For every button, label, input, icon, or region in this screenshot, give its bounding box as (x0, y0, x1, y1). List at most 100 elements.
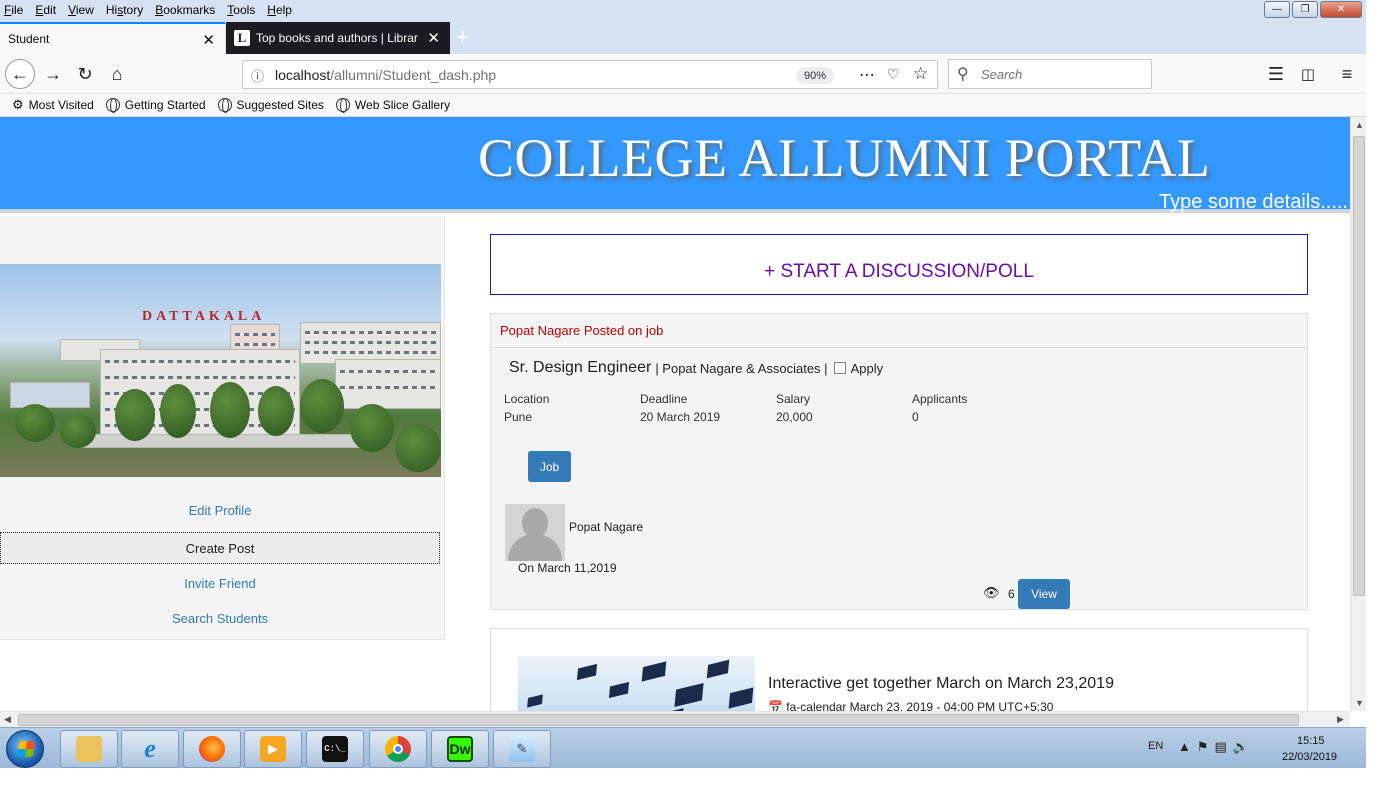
media-player-taskbar-button[interactable]: ▶ (244, 730, 302, 768)
campus-photo: DATTAKALA (0, 264, 441, 477)
explorer-taskbar-button[interactable] (60, 730, 118, 768)
tray-expand-icon[interactable]: ▲ (1178, 739, 1197, 754)
apply-label: Apply (850, 360, 884, 376)
globe-icon (217, 98, 232, 113)
bookmark-label: Getting Started (124, 98, 206, 112)
meta-label: Location (504, 392, 550, 406)
meta-label: Salary (776, 392, 811, 406)
apply-checkbox[interactable] (833, 362, 846, 374)
pocket-icon[interactable]: ♡ (887, 66, 900, 83)
dreamweaver-taskbar-button[interactable]: Dw (431, 730, 489, 768)
meta-salary: Salary 20,000 (776, 390, 813, 426)
event-post-card: Interactive get together March on March … (490, 628, 1308, 711)
calendar-icon: 📅 (768, 700, 783, 711)
close-tab-icon[interactable]: ✕ (427, 29, 440, 47)
notepad-taskbar-button[interactable]: ✎ (493, 730, 551, 768)
language-indicator[interactable]: EN (1148, 740, 1163, 752)
scroll-left-icon[interactable]: ◀ (4, 714, 11, 725)
taskbar: e ▶ C:\_ Dw ✎ EN ▲⚑▤🔊 15:15 22/03/2019 (0, 727, 1366, 768)
search-students-link[interactable]: Search Students (0, 602, 440, 634)
bookmark-label: Most Visited (28, 98, 94, 112)
firefox-icon (199, 736, 225, 762)
clock-date[interactable]: 22/03/2019 (1282, 751, 1337, 763)
scroll-right-icon[interactable]: ▶ (1337, 714, 1344, 725)
bookmark-star-icon[interactable]: ☆ (913, 64, 928, 84)
clock-time[interactable]: 15:15 (1297, 735, 1325, 747)
menu-help[interactable]: Help (267, 3, 292, 17)
post-header: Popat Nagare Posted on job (491, 314, 1307, 348)
close-window-button[interactable]: ✕ (1320, 1, 1362, 18)
view-count: 6 (1008, 587, 1015, 601)
edit-profile-link[interactable]: Edit Profile (0, 494, 440, 526)
job-tag-button[interactable]: Job (528, 451, 571, 482)
vertical-scroll-thumb[interactable] (1353, 136, 1365, 596)
bookmark-web-slice-gallery[interactable]: Web Slice Gallery (335, 98, 450, 113)
site-banner: COLLEGE ALLUMNI PORTAL Type some details… (0, 117, 1350, 213)
minimize-button[interactable]: — (1264, 1, 1290, 18)
meta-value: Pune (504, 410, 533, 424)
horizontal-scrollbar[interactable]: ◀ ▶ (0, 711, 1350, 727)
media-player-icon: ▶ (260, 736, 286, 762)
meta-value: 0 (912, 410, 919, 424)
meta-label: Deadline (640, 392, 688, 406)
job-title-line: Sr. Design Engineer | Popat Nagare & Ass… (509, 359, 883, 377)
cmd-taskbar-button[interactable]: C:\_ (306, 730, 364, 768)
menu-bar: File Edit View History Bookmarks Tools H… (0, 0, 1366, 20)
url-text: localhost/allumni/Student_dash.php (275, 67, 496, 83)
menu-tools[interactable]: Tools (227, 3, 255, 17)
firefox-taskbar-button[interactable] (183, 730, 241, 768)
menu-view[interactable]: View (68, 3, 94, 17)
volume-icon[interactable]: 🔊 (1233, 739, 1255, 754)
info-icon[interactable]: ⓘ (251, 66, 264, 85)
back-arrow-icon[interactable]: ← (5, 59, 35, 89)
bookmark-most-visited[interactable]: ⚙ Most Visited (12, 97, 94, 113)
create-post-link[interactable]: Create Post (0, 532, 440, 564)
zoom-level[interactable]: 90% (796, 67, 834, 84)
meta-value: 20,000 (776, 410, 813, 424)
vertical-scrollbar[interactable]: ▲ ▼ (1350, 117, 1366, 711)
menu-edit[interactable]: Edit (35, 3, 56, 17)
tab-library[interactable]: L Top books and authors | Librar ✕ (226, 22, 450, 54)
menu-file[interactable]: File (4, 3, 23, 17)
reload-icon[interactable]: ↻ (73, 62, 97, 86)
new-tab-icon[interactable]: + (456, 24, 469, 50)
bookmark-suggested-sites[interactable]: Suggested Sites (217, 98, 324, 113)
tab-student[interactable]: Student ✕ (0, 22, 225, 54)
search-icon: ⚲ (957, 66, 969, 83)
action-center-icon[interactable]: ⚑ (1197, 739, 1215, 754)
internet-explorer-icon: e (144, 734, 156, 763)
horizontal-scroll-thumb[interactable] (18, 714, 1299, 726)
invite-friend-link[interactable]: Invite Friend (0, 567, 440, 599)
window-controls: — ❐ ✕ (1264, 1, 1362, 18)
company-name: | Popat Nagare & Associates | (655, 360, 828, 376)
chrome-taskbar-button[interactable] (369, 730, 427, 768)
search-bar[interactable]: ⚲ Search (948, 59, 1152, 89)
ie-taskbar-button[interactable]: e (121, 730, 179, 768)
scroll-up-icon[interactable]: ▲ (1355, 120, 1364, 130)
menu-history[interactable]: History (106, 3, 143, 17)
bookmark-getting-started[interactable]: Getting Started (105, 98, 206, 113)
menu-bookmarks[interactable]: Bookmarks (155, 3, 215, 17)
view-button[interactable]: View (1018, 579, 1070, 609)
forward-arrow-icon[interactable]: → (41, 62, 65, 86)
start-button[interactable] (6, 730, 44, 768)
start-discussion-button[interactable]: + START A DISCUSSION/POLL (490, 234, 1308, 295)
tab-bar: Student ✕ L Top books and authors | Libr… (0, 20, 1366, 54)
sidebar-toggle-icon[interactable]: ◫ (1296, 62, 1320, 86)
library-icon[interactable]: ☰ (1264, 62, 1288, 86)
restore-button[interactable]: ❐ (1292, 1, 1318, 18)
campus-sign: DATTAKALA (142, 309, 266, 324)
meta-label: Applicants (912, 392, 968, 406)
sidebar: DATTAKALA Edit Profile Create Post Invit… (0, 216, 445, 640)
windows-logo-icon (16, 741, 36, 757)
page-actions-icon[interactable]: ⋯ (859, 65, 875, 85)
graduation-caps-image (518, 656, 755, 711)
network-icon[interactable]: ▤ (1215, 739, 1233, 754)
home-icon[interactable]: ⌂ (105, 62, 129, 86)
address-bar[interactable]: ⓘ localhost/allumni/Student_dash.php 90%… (242, 60, 938, 89)
close-tab-icon[interactable]: ✕ (202, 31, 215, 49)
job-title: Sr. Design Engineer (509, 359, 652, 376)
scroll-down-icon[interactable]: ▼ (1355, 698, 1364, 708)
hamburger-menu-icon[interactable]: ≡ (1335, 62, 1359, 86)
folder-icon (76, 736, 102, 762)
